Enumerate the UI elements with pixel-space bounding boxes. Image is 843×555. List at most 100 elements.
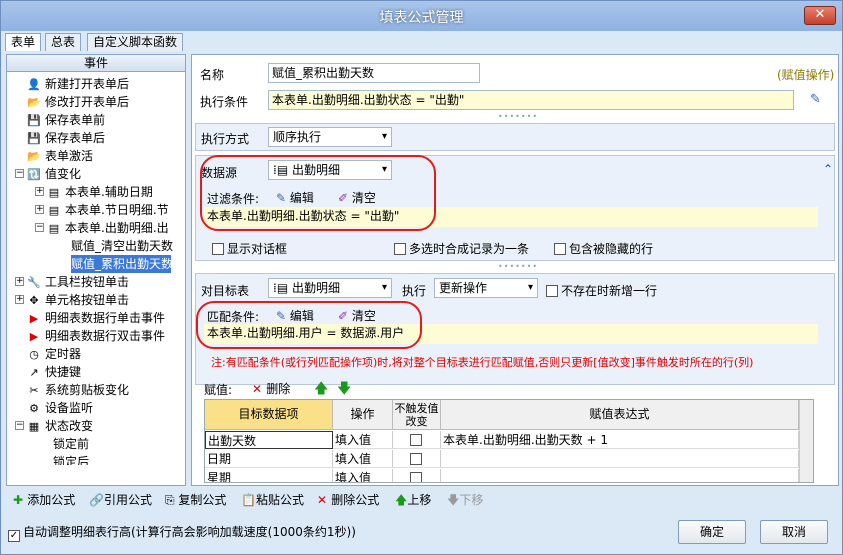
tree-item-before-lock[interactable]: 锁定前: [53, 435, 89, 453]
target-select[interactable]: ⁞▤ 出勤明细 ▾: [268, 278, 392, 298]
grid-cell-item[interactable]: 日期: [205, 450, 333, 468]
grid-header-no-trigger[interactable]: 不触发值改变: [393, 400, 441, 430]
table-icon: ▤: [48, 186, 60, 199]
collapse-icon[interactable]: −: [15, 169, 24, 178]
checkbox-icon: [410, 453, 422, 465]
move-up-button[interactable]: 🡅上移: [395, 491, 431, 512]
state-icon: ▦: [28, 420, 40, 433]
tree-item-value-change[interactable]: 🔃 值变化: [27, 165, 81, 183]
tree-item-timer[interactable]: ◷ 定时器: [27, 345, 81, 363]
condition-input[interactable]: 本表单.出勤明细.出勤状态 = "出勤": [268, 90, 794, 110]
tree-item-holiday[interactable]: ▤ 本表单.节日明细.节: [47, 201, 169, 219]
tree-item-aux-date[interactable]: ▤ 本表单.辅助日期: [47, 183, 153, 201]
tree-item-label: 锁定后: [53, 455, 90, 465]
arrow-up-icon: 🡅: [395, 493, 408, 507]
grid-header-expr[interactable]: 赋值表达式: [441, 400, 799, 430]
grid-cell-item[interactable]: 出勤天数: [205, 431, 333, 449]
tab-summary[interactable]: 总表: [45, 33, 82, 51]
grid-header-target[interactable]: 目标数据项: [205, 400, 333, 430]
checkbox-icon: [554, 243, 566, 255]
tree-item-label: 表单激活: [45, 149, 94, 163]
tab-custom-script[interactable]: 自定义脚本函数: [87, 33, 184, 51]
formula-toolbar: ✚ 添加公式 🔗引用公式 ⎘ 复制公式 📋粘贴公式 ✕ 删除公式 🡅上移 🡇下移: [1, 489, 842, 509]
show-dialog-checkbox[interactable]: 显示对话框: [212, 240, 287, 257]
exec-op-select[interactable]: 更新操作 ▾: [434, 278, 538, 298]
expand-icon[interactable]: +: [35, 205, 44, 214]
tree-item-activate[interactable]: 📂 表单激活: [27, 147, 93, 165]
multi-merge-checkbox[interactable]: 多选时合成记录为一条: [394, 240, 529, 257]
tree-item-accumulate-days[interactable]: 赋值_累积出勤天数: [71, 255, 171, 273]
grid-cell-op[interactable]: 填入值: [333, 450, 393, 468]
close-button[interactable]: ✕: [804, 6, 836, 25]
tree-item-state-change[interactable]: ▦ 状态改变: [27, 417, 93, 435]
delete-formula-button[interactable]: ✕ 删除公式: [317, 491, 379, 508]
chevron-down-icon: ▾: [527, 282, 533, 293]
collapse-icon[interactable]: −: [35, 223, 44, 232]
grid-cell-op[interactable]: 填入值: [333, 431, 393, 449]
paste-formula-button[interactable]: 📋粘贴公式: [241, 491, 304, 508]
ref-formula-button[interactable]: 🔗引用公式: [89, 491, 152, 508]
grid-cell-no-trigger[interactable]: [393, 469, 441, 482]
splitter-handle[interactable]: •••••••: [498, 262, 538, 271]
grid-cell-no-trigger[interactable]: [393, 450, 441, 468]
user-icon: 👤: [27, 78, 41, 91]
move-down-button[interactable]: 🡇下移: [447, 491, 483, 512]
tree-item-label: 赋值_清空出勤天数: [71, 239, 174, 253]
grid-cell-item[interactable]: 星期: [205, 469, 333, 482]
tree-item-before-save[interactable]: 💾 保存表单前: [27, 111, 105, 129]
grid-cell-no-trigger[interactable]: [393, 431, 441, 449]
show-dialog-label: 显示对话框: [227, 242, 288, 256]
tree-item-attendance[interactable]: ▤ 本表单.出勤明细.出: [47, 219, 169, 237]
add-formula-button[interactable]: ✚ 添加公式: [13, 491, 75, 508]
grid-cell-op[interactable]: 填入值: [333, 469, 393, 482]
formula-editor-panel: 名称 赋值_累积出勤天数 (赋值操作) 执行条件 本表单.出勤明细.出勤状态 =…: [191, 54, 839, 486]
chevron-down-icon: ▾: [381, 131, 387, 142]
splitter-handle[interactable]: •••••••: [498, 112, 538, 121]
ok-button[interactable]: 确定: [678, 520, 746, 544]
grid-cell-expr[interactable]: [441, 450, 799, 468]
tree-item-toolbar-click[interactable]: 🔧 工具栏按钮单击: [27, 273, 129, 291]
tree-item-edit-open[interactable]: 📂 修改打开表单后: [27, 93, 129, 111]
magic-wand-icon[interactable]: ✎: [810, 92, 821, 107]
expand-icon[interactable]: +: [15, 295, 24, 304]
tree-item-row-click[interactable]: ▶ 明细表数据行单击事件: [27, 309, 165, 327]
tree-item-after-save[interactable]: 💾 保存表单后: [27, 129, 105, 147]
grid-cell-expr[interactable]: 本表单.出勤明细.出勤天数 + 1: [441, 431, 799, 449]
exec-mode-select[interactable]: 顺序执行 ▾: [268, 127, 392, 147]
table-icon: ⁞▤: [273, 281, 292, 295]
collapse-icon[interactable]: −: [15, 421, 24, 430]
add-new-checkbox[interactable]: 不存在时新增一行: [546, 282, 657, 299]
delete-icon: ✕: [317, 493, 332, 507]
tree-item-clear-days[interactable]: 赋值_清空出勤天数: [71, 237, 173, 255]
checkbox-icon: [546, 285, 558, 297]
tree-item-clipboard[interactable]: ✂ 系统剪贴板变化: [27, 381, 129, 399]
tree-item-label: 本表单.节日明细.节: [65, 203, 169, 217]
target-value: 出勤明细: [291, 281, 340, 295]
tree-item-new-open[interactable]: 👤 新建打开表单后: [27, 75, 129, 93]
tree-item-label: 设备监听: [45, 401, 94, 415]
grid-header-op[interactable]: 操作: [333, 400, 393, 430]
auto-adjust-checkbox[interactable]: ✓ 自动调整明细表行高(计算行高会影响加载速度(1000条约1秒)): [8, 523, 356, 542]
tree-item-row-dblclick[interactable]: ▶ 明细表数据行双击事件: [27, 327, 165, 345]
event-tree-header: 事件: [7, 55, 185, 72]
delete-assign-button[interactable]: ✕ 删除: [252, 380, 290, 397]
name-input[interactable]: 赋值_累积出勤天数: [268, 63, 480, 83]
folder-icon: 📂: [27, 150, 41, 163]
copy-formula-button[interactable]: ⎘ 复制公式: [165, 491, 226, 508]
tab-form[interactable]: 表单: [5, 33, 42, 51]
grid-scrollbar[interactable]: [799, 400, 813, 482]
expand-icon[interactable]: +: [15, 277, 24, 286]
grid-cell-expr[interactable]: [441, 469, 799, 482]
expand-icon[interactable]: +: [35, 187, 44, 196]
tree-item-device[interactable]: ⚙ 设备监听: [27, 399, 93, 417]
ref-formula-label: 引用公式: [103, 493, 152, 507]
tree-item-hotkey[interactable]: ↗ 快捷键: [27, 363, 81, 381]
checkbox-icon: [212, 243, 224, 255]
tree-item-after-lock[interactable]: 锁定后: [53, 453, 89, 465]
include-hidden-checkbox[interactable]: 包含被隐藏的行: [554, 240, 653, 257]
cancel-button[interactable]: 取消: [760, 520, 828, 544]
tree-item-label: 值变化: [45, 167, 82, 181]
tree-item-cell-click[interactable]: ✥ 单元格按钮单击: [27, 291, 129, 309]
tree-item-label: 赋值_累积出勤天数: [71, 257, 171, 271]
collapse-section-icon[interactable]: ⌃: [823, 162, 833, 176]
